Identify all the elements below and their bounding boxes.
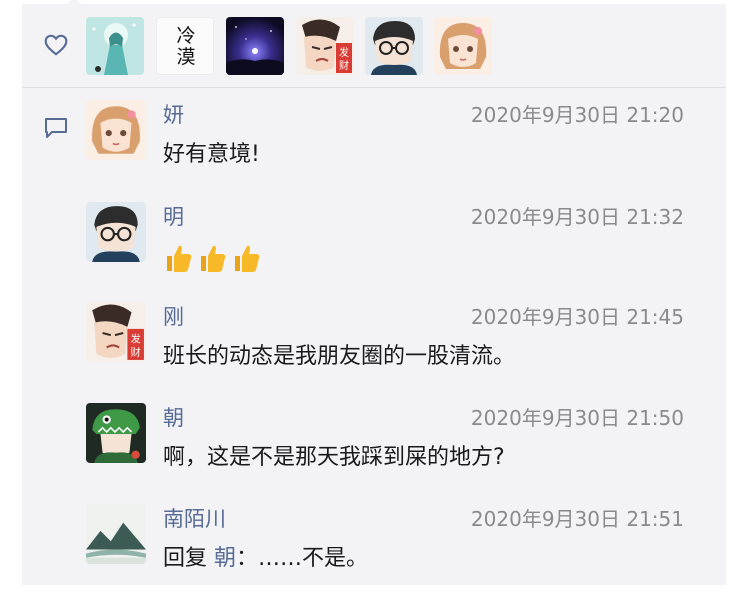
thumbs-up-icon — [235, 245, 260, 272]
comment-text: 啊，这是不是那天我踩到屎的地方? — [163, 445, 505, 470]
avatar[interactable] — [86, 504, 146, 564]
comment-item[interactable]: 南陌川 2020年9月30日 21:51 回复 朝：……不是。 — [86, 504, 706, 594]
reply-body: ：……不是。 — [236, 546, 369, 571]
reply-text: 回复 朝：……不是。 — [163, 544, 368, 574]
comment-item[interactable]: 妍 2020年9月30日 21:20 好有意境! — [86, 100, 706, 190]
comment-author[interactable]: 南陌川 — [163, 506, 226, 532]
reply-prefix: 回复 — [163, 546, 214, 571]
avatar[interactable] — [86, 202, 146, 262]
comment-author[interactable]: 朝 — [163, 405, 184, 431]
like-avatar-4[interactable]: 发 财 — [296, 17, 354, 75]
reply-to-user[interactable]: 朝 — [214, 546, 236, 571]
interaction-panel: 冷漠 发 财 妍 2020年9月30日 21:20 好有意境! 明 2020年9… — [22, 0, 726, 585]
comment-time: 2020年9月30日 21:50 — [470, 406, 684, 430]
comment-icon — [45, 118, 67, 138]
comment-time: 2020年9月30日 21:20 — [470, 103, 684, 127]
comment-item[interactable]: 朝 2020年9月30日 21:50 啊，这是不是那天我踩到屎的地方? — [86, 403, 706, 493]
svg-text:财: 财 — [339, 59, 349, 72]
heart-icon — [44, 34, 68, 56]
like-avatar-1[interactable] — [86, 17, 144, 75]
comment-author[interactable]: 妍 — [163, 102, 184, 128]
avatar[interactable] — [86, 403, 146, 463]
comment-author[interactable]: 刚 — [163, 304, 184, 330]
calligraphy-text: 冷漠 — [176, 25, 196, 68]
svg-text:发: 发 — [339, 46, 349, 59]
svg-text:财: 财 — [130, 346, 140, 359]
like-avatar-2[interactable]: 冷漠 — [156, 17, 214, 75]
avatar[interactable] — [86, 100, 146, 160]
thumbs-up-emoji-group — [163, 242, 261, 276]
comment-item[interactable]: 发 财 刚 2020年9月30日 21:45 班长的动态是我朋友圈的一股清流。 — [86, 302, 706, 392]
divider — [22, 87, 726, 88]
thumbs-up-icon — [201, 245, 226, 272]
svg-text:发: 发 — [130, 332, 140, 345]
like-avatar-3[interactable] — [226, 17, 284, 75]
like-avatar-5[interactable] — [365, 17, 423, 75]
comment-text: 好有意境! — [163, 142, 260, 167]
comment-author[interactable]: 明 — [163, 204, 184, 230]
comment-time: 2020年9月30日 21:51 — [470, 507, 684, 531]
like-avatar-6[interactable] — [434, 17, 492, 75]
thumbs-up-icon — [167, 245, 192, 272]
comment-time: 2020年9月30日 21:32 — [470, 205, 684, 229]
likes-row: 冷漠 发 财 — [22, 4, 726, 86]
avatar[interactable]: 发 财 — [86, 302, 146, 362]
comment-time: 2020年9月30日 21:45 — [470, 305, 684, 329]
comment-text: 班长的动态是我朋友圈的一股清流。 — [163, 344, 516, 369]
comment-item[interactable]: 明 2020年9月30日 21:32 — [86, 202, 706, 292]
